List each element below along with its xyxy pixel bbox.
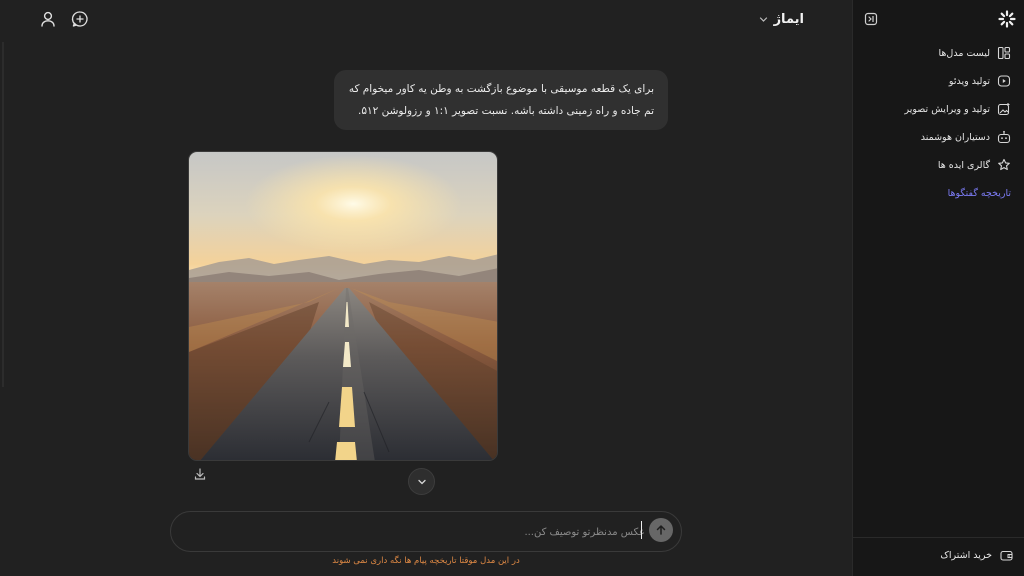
download-icon[interactable] (193, 467, 207, 481)
video-icon (997, 74, 1011, 88)
sidebar-item-label: تولید و ویرایش تصویر (904, 103, 991, 115)
image-edit-icon (997, 102, 1011, 116)
user-message-line-1: برای یک قطعه موسیقی با موضوع بازگشت به و… (348, 83, 654, 95)
sidebar-toggle-icon[interactable] (864, 12, 878, 26)
text-caret (641, 521, 642, 539)
logo-icon[interactable] (998, 10, 1016, 28)
sidebar-item-models[interactable]: لیست مدل‌ها (939, 43, 1011, 63)
arrow-up-icon (655, 524, 667, 536)
main-panel: ایماژ برای یک قطعه موسیقی با موضوع بازگش… (0, 0, 852, 576)
model-name: ایماژ (773, 11, 804, 27)
user-message: برای یک قطعه موسیقی با موضوع بازگشت به و… (334, 70, 668, 130)
subscription-label: خرید اشتراک (940, 549, 992, 561)
history-notice: در این مدل موقتا تاریخچه پیام ها نگه دار… (332, 556, 520, 566)
chat-history-link[interactable]: تاریخچه گفتگوها (948, 188, 1011, 199)
sidebar-item-image[interactable]: تولید و ویرایش تصویر (905, 99, 1012, 119)
user-icon[interactable] (39, 10, 57, 28)
scroll-down-button[interactable] (408, 468, 435, 495)
sidebar-item-label: گالری ایده ها (937, 159, 990, 171)
sidebar-item-label: تولید ویدئو (948, 75, 990, 87)
send-button[interactable] (649, 518, 673, 542)
grid-icon (997, 46, 1011, 60)
user-message-line-2: تم جاده و راه زمینی داشته باشه. نسبت تصو… (358, 104, 654, 117)
robot-icon (997, 130, 1011, 144)
subscription-button[interactable]: خرید اشتراک (940, 546, 1013, 564)
prompt-composer[interactable] (170, 511, 682, 552)
generated-image[interactable] (188, 151, 498, 461)
gallery-icon (997, 158, 1011, 172)
prompt-input[interactable] (211, 522, 645, 542)
sidebar-divider (852, 537, 1024, 538)
sidebar-item-label: دستیاران هوشمند (920, 131, 990, 143)
sidebar-item-gallery[interactable]: گالری ایده ها (938, 155, 1011, 175)
chevron-down-icon (417, 477, 427, 487)
new-chat-icon[interactable] (71, 10, 89, 28)
sidebar-item-video[interactable]: تولید ویدئو (949, 71, 1011, 91)
sidebar-item-assistants[interactable]: دستیاران هوشمند (921, 127, 1011, 147)
scroll-track[interactable] (2, 42, 4, 387)
wallet-icon (1000, 549, 1013, 562)
chevron-down-icon (759, 15, 768, 24)
model-selector[interactable]: ایماژ (759, 10, 804, 28)
sidebar-item-label: لیست مدل‌ها (938, 47, 990, 59)
